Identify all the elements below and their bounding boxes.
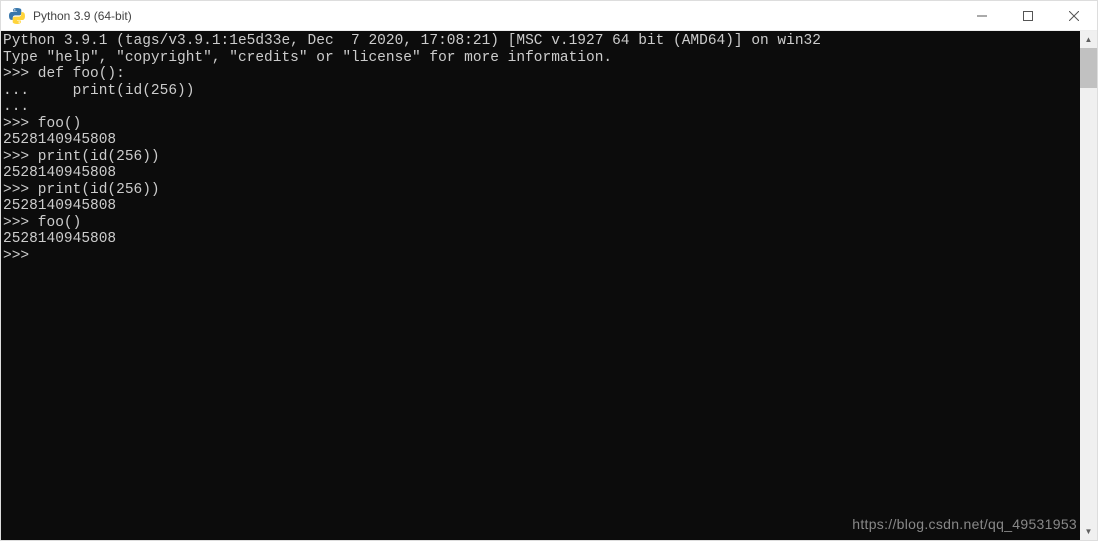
watermark: https://blog.csdn.net/qq_49531953 (852, 516, 1077, 532)
terminal-container: Python 3.9.1 (tags/v3.9.1:1e5d33e, Dec 7… (1, 31, 1097, 540)
minimize-button[interactable] (959, 1, 1005, 30)
scrollbar[interactable]: ▲ ▼ (1080, 31, 1097, 540)
scrollbar-up-arrow[interactable]: ▲ (1080, 31, 1097, 48)
close-button[interactable] (1051, 1, 1097, 30)
scrollbar-thumb[interactable] (1080, 48, 1097, 88)
app-window: Python 3.9 (64-bit) Python 3.9.1 (tags/v… (0, 0, 1098, 541)
scrollbar-down-arrow[interactable]: ▼ (1080, 523, 1097, 540)
window-title: Python 3.9 (64-bit) (33, 9, 959, 23)
maximize-button[interactable] (1005, 1, 1051, 30)
python-icon (9, 8, 25, 24)
titlebar: Python 3.9 (64-bit) (1, 1, 1097, 31)
terminal[interactable]: Python 3.9.1 (tags/v3.9.1:1e5d33e, Dec 7… (1, 31, 1080, 540)
scrollbar-track-area[interactable] (1080, 88, 1097, 523)
window-controls (959, 1, 1097, 30)
